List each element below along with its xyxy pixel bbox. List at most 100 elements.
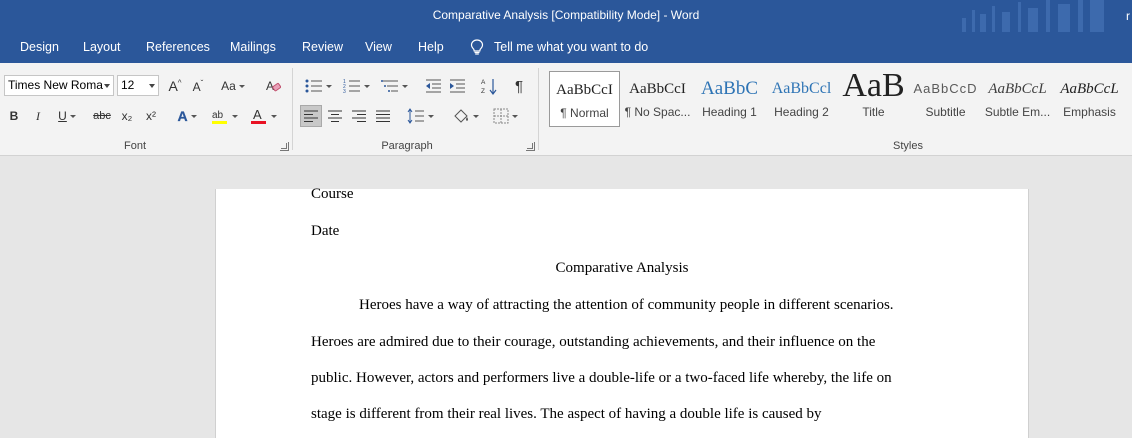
underline-button[interactable]: U [54,105,80,127]
chevron-down-icon [511,114,518,118]
superscript-button[interactable]: x² [142,105,160,127]
title-bar-pattern [962,0,1132,32]
font-size-box[interactable]: 12 [117,75,159,96]
chevron-down-icon [231,114,238,118]
style-name: ¶ No Spac... [624,105,691,119]
style-sample: AaBbCcl [771,80,832,97]
justify-button[interactable] [372,105,394,127]
change-case-label: Aa [221,79,236,93]
document-page[interactable]: Course Date Comparative Analysis Heroes … [215,186,1029,438]
chevron-down-icon [401,84,408,88]
numbered-list-icon: 1 2 3 [343,79,360,94]
multilevel-list-icon [380,80,398,92]
font-dialog-launcher-icon[interactable] [280,142,289,151]
sort-button[interactable]: A Z [478,75,500,97]
tab-design[interactable]: Design [20,40,59,54]
style-heading-2[interactable]: AaBbCcl Heading 2 [766,71,837,127]
style-sample: AaBbCcI [629,81,686,97]
line-spacing-button[interactable] [403,105,437,127]
style-sample: AaB [842,71,905,104]
style-sample: AaBbCcL [988,81,1047,97]
italic-button[interactable]: I [30,105,46,127]
tab-review[interactable]: Review [302,40,343,54]
tab-layout[interactable]: Layout [83,40,121,54]
text-effects-button[interactable]: A [172,105,202,127]
increase-indent-button[interactable] [446,75,468,97]
style-sample: AaBbCcL [1060,81,1119,97]
shrink-font-button[interactable]: Aˇ [188,75,208,97]
tab-mailings[interactable]: Mailings [230,40,276,54]
paragraph-line: public. However, actors and performers l… [311,370,892,386]
font-color-button[interactable]: A [247,105,279,127]
style-emphasis[interactable]: AaBbCcL Emphasis [1054,71,1125,127]
clear-formatting-button[interactable]: A [262,75,284,97]
bold-button[interactable]: B [6,105,22,127]
tab-help[interactable]: Help [418,40,444,54]
decrease-indent-button[interactable] [422,75,444,97]
ribbon: Times New Roma 12 A^ Aˇ Aa A B I U abc x… [0,63,1132,156]
style-name: Title [862,105,885,119]
chevron-down-icon [427,114,434,118]
chevron-down-icon [238,84,245,88]
show-formatting-marks-button[interactable]: ¶ [508,75,530,97]
style-subtle-emphasis[interactable]: AaBbCcL Subtle Em... [982,71,1053,127]
pilcrow-icon: ¶ [514,77,524,95]
style-sample: AaBbCcD [913,81,978,96]
ribbon-tabs: Design Layout References Mailings Review… [0,32,1132,63]
text-effects-icon: A [177,108,188,124]
highlighter-icon: ab [211,110,227,124]
paragraph-group-label: Paragraph [381,140,433,152]
align-center-icon [328,110,342,122]
line-spacing-icon [407,108,424,124]
title-bar: Comparative Analysis [Compatibility Mode… [0,0,1132,32]
align-left-button[interactable] [300,105,322,127]
svg-text:A: A [266,79,274,93]
borders-button[interactable] [488,105,522,127]
bullets-button[interactable] [302,75,334,97]
style-no-spacing[interactable]: AaBbCcI ¶ No Spac... [622,71,693,127]
eraser-icon: A [266,79,281,93]
style-sample: AaBbCcI [556,82,613,98]
paint-bucket-icon [453,109,468,123]
tab-references[interactable]: References [146,40,210,54]
tab-view[interactable]: View [365,40,392,54]
shrink-font-icon: Aˇ [192,78,204,94]
chevron-down-icon [270,114,277,118]
multilevel-list-button[interactable] [378,75,410,97]
svg-text:A: A [481,79,486,86]
grow-font-button[interactable]: A^ [165,75,185,97]
tell-me-text: Tell me what you want to do [494,40,649,54]
shading-button[interactable] [448,105,482,127]
style-normal[interactable]: AaBbCcI ¶ Normal [549,71,620,127]
font-name-value: Times New Roma [8,78,103,92]
style-subtitle[interactable]: AaBbCcD Subtitle [910,71,981,127]
chevron-down-icon [190,114,197,118]
style-name: Subtle Em... [984,105,1051,119]
style-name: Subtitle [925,105,966,119]
paragraph-line: Heroes are admired due to their courage,… [311,334,876,350]
doc-line-date: Date [311,223,340,239]
subscript-button[interactable]: x₂ [118,105,136,127]
highlight-button[interactable]: ab [208,105,240,127]
chevron-down-icon [472,114,479,118]
decrease-indent-icon [426,79,441,93]
paragraph-line: stage is different from their real lives… [311,406,822,422]
numbering-button[interactable]: 1 2 3 [340,75,372,97]
doc-line-course: Course [311,186,354,202]
svg-text:Z: Z [481,88,485,95]
change-case-button[interactable]: Aa [217,75,249,97]
account-initial[interactable]: r [1126,9,1130,23]
font-name-box[interactable]: Times New Roma [4,75,114,96]
style-heading-1[interactable]: AaBbC Heading 1 [694,71,765,127]
group-divider [292,68,293,150]
chevron-down-icon [69,114,76,118]
font-size-value: 12 [121,78,135,92]
font-color-icon: A [250,107,266,124]
paragraph-dialog-launcher-icon[interactable] [526,142,535,151]
align-center-button[interactable] [324,105,346,127]
align-right-button[interactable] [348,105,370,127]
borders-icon [493,108,508,124]
strikethrough-button[interactable]: abc [90,105,114,127]
tell-me-box[interactable]: Tell me what you want to do [470,39,648,55]
style-title[interactable]: AaB Title [838,71,909,127]
